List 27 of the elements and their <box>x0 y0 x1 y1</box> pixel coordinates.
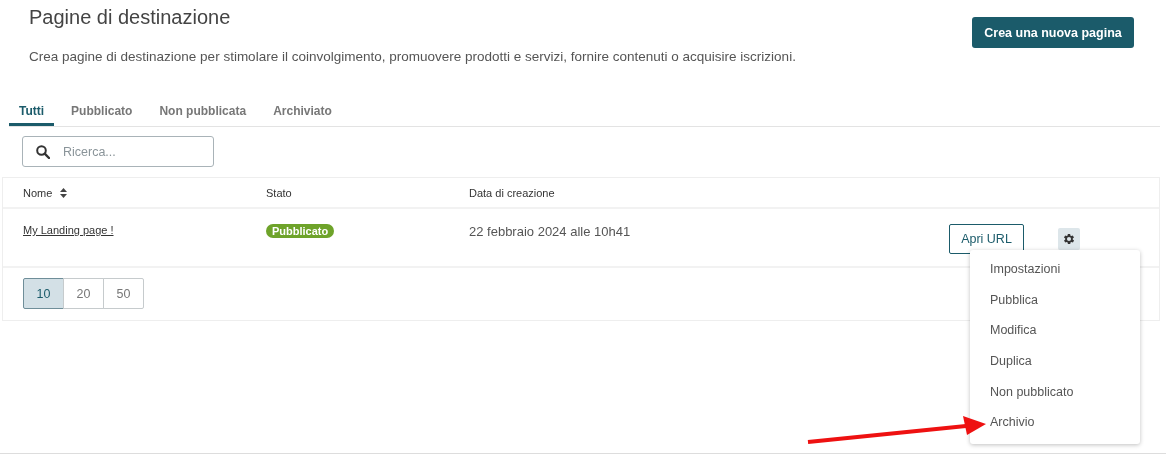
page-size-button[interactable]: 20 <box>63 278 104 309</box>
menu-item[interactable]: Archivio <box>970 407 1140 439</box>
page-size-button[interactable]: 10 <box>23 278 64 309</box>
tab[interactable]: Archiviato <box>263 104 342 126</box>
column-header[interactable]: Data di creazione <box>469 186 555 199</box>
menu-item[interactable]: Modifica <box>970 315 1140 347</box>
settings-button[interactable] <box>1058 228 1080 250</box>
create-page-button[interactable]: Crea una nuova pagina <box>972 17 1134 48</box>
menu-item[interactable]: Pubblica <box>970 284 1140 316</box>
created-date: 22 febbraio 2024 alle 10h41 <box>469 224 631 239</box>
tab[interactable]: Pubblicato <box>61 104 143 126</box>
column-header[interactable]: Nome <box>23 186 53 199</box>
search-field[interactable]: Ricerca... <box>22 136 214 167</box>
page-size-button[interactable]: 50 <box>103 278 144 309</box>
column-header[interactable]: Stato <box>266 186 292 199</box>
page-description: Crea pagine di destinazione per stimolare il coinvolgimento, promuovere prodotti e servizi, fornire contenuti o acquisire iscrizioni. <box>29 49 796 64</box>
menu-item[interactable]: Duplica <box>970 346 1140 377</box>
page-name-link[interactable]: My Landing page ! <box>23 224 114 236</box>
sort-icon[interactable] <box>60 187 68 198</box>
menu-item[interactable]: Non pubblicato <box>970 376 1140 408</box>
tab[interactable]: Non pubblicata <box>149 104 257 126</box>
tab[interactable]: Tutti <box>9 104 55 126</box>
page-title: Pagine di destinazione <box>29 5 232 29</box>
open-url-button[interactable]: Apri URL <box>949 224 1024 254</box>
status-badge: Pubblicato <box>266 224 335 238</box>
settings-icon <box>1062 232 1076 246</box>
menu-item[interactable]: Impostazioni <box>970 254 1140 285</box>
